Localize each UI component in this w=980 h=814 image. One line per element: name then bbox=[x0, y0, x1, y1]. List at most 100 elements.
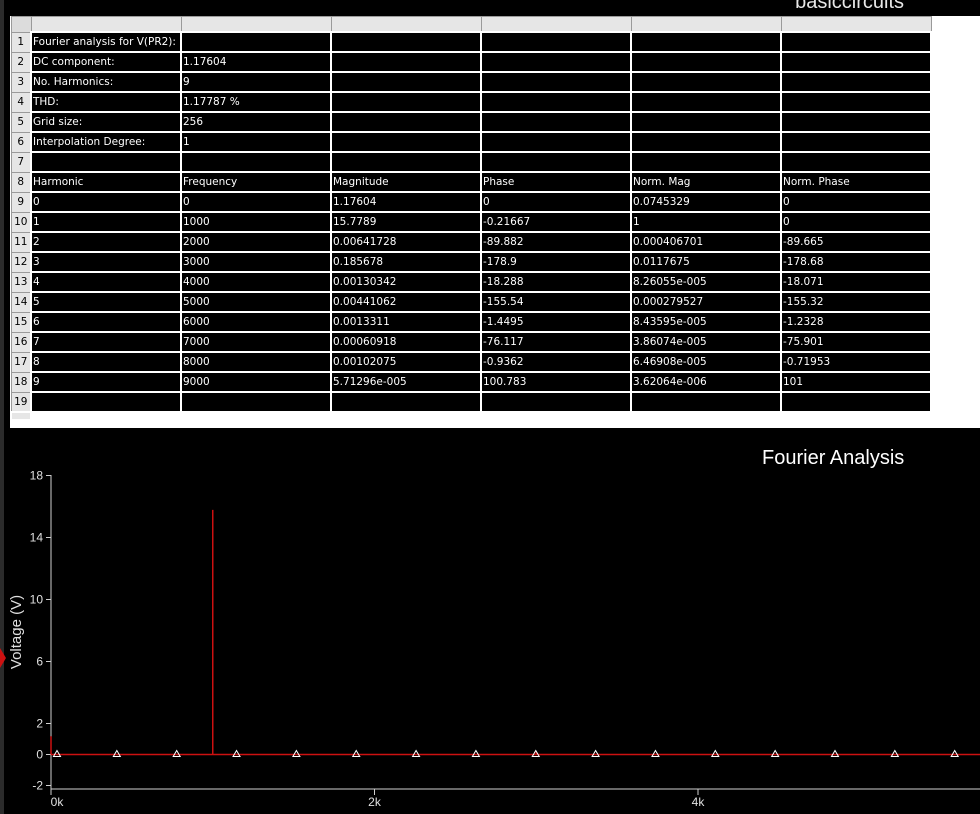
table-cell[interactable]: 8000 bbox=[180, 351, 332, 373]
table-cell[interactable]: 1 bbox=[630, 211, 782, 233]
table-cell[interactable] bbox=[780, 91, 932, 113]
table-cell[interactable]: 0.00130342 bbox=[330, 271, 482, 293]
table-cell[interactable]: 7 bbox=[30, 331, 182, 353]
table-cell[interactable] bbox=[630, 111, 782, 133]
table-cell[interactable] bbox=[480, 91, 632, 113]
table-cell[interactable]: -0.21667 bbox=[480, 211, 632, 233]
table-cell[interactable]: 8.43595e-005 bbox=[630, 311, 782, 333]
column-header[interactable] bbox=[780, 16, 932, 33]
table-cell[interactable] bbox=[630, 131, 782, 153]
table-cell[interactable]: Magnitude bbox=[330, 171, 482, 193]
table-cell[interactable]: 7000 bbox=[180, 331, 332, 353]
table-cell[interactable]: 6.46908e-005 bbox=[630, 351, 782, 373]
row-number[interactable]: 17 bbox=[10, 351, 32, 373]
row-number[interactable]: 16 bbox=[10, 331, 32, 353]
row-number[interactable]: 10 bbox=[10, 211, 32, 233]
row-number[interactable]: 11 bbox=[10, 231, 32, 253]
table-cell[interactable]: -0.71953 bbox=[780, 351, 932, 373]
row-number[interactable]: 3 bbox=[10, 71, 32, 93]
row-number[interactable]: 5 bbox=[10, 111, 32, 133]
table-cell[interactable] bbox=[330, 71, 482, 93]
table-cell[interactable]: 1000 bbox=[180, 211, 332, 233]
table-cell[interactable]: 1 bbox=[180, 131, 332, 153]
table-cell[interactable]: -75.901 bbox=[780, 331, 932, 353]
table-cell[interactable] bbox=[780, 391, 932, 413]
table-cell[interactable]: 4000 bbox=[180, 271, 332, 293]
table-cell[interactable]: 1.17787 % bbox=[180, 91, 332, 113]
table-cell[interactable]: 101 bbox=[780, 371, 932, 393]
table-cell[interactable] bbox=[630, 391, 782, 413]
table-cell[interactable]: 0.00641728 bbox=[330, 231, 482, 253]
row-number[interactable]: 1 bbox=[10, 31, 32, 53]
table-cell[interactable]: 3000 bbox=[180, 251, 332, 273]
table-cell[interactable]: 6 bbox=[30, 311, 182, 333]
table-cell[interactable]: -18.288 bbox=[480, 271, 632, 293]
table-cell[interactable]: 5000 bbox=[180, 291, 332, 313]
table-cell[interactable]: 9000 bbox=[180, 371, 332, 393]
table-cell[interactable]: 0.000406701 bbox=[630, 231, 782, 253]
table-cell[interactable]: 3.62064e-006 bbox=[630, 371, 782, 393]
table-cell[interactable] bbox=[630, 31, 782, 53]
table-cell[interactable]: 0.0013311 bbox=[330, 311, 482, 333]
table-cell[interactable]: 1 bbox=[30, 211, 182, 233]
table-cell[interactable]: 0 bbox=[780, 191, 932, 213]
table-cell[interactable]: 0.00441062 bbox=[330, 291, 482, 313]
table-cell[interactable]: 5 bbox=[30, 291, 182, 313]
table-cell[interactable] bbox=[480, 111, 632, 133]
table-cell[interactable]: 0.000279527 bbox=[630, 291, 782, 313]
table-cell[interactable]: No. Harmonics: bbox=[30, 71, 182, 93]
table-cell[interactable] bbox=[480, 71, 632, 93]
table-cell[interactable]: 9 bbox=[180, 71, 332, 93]
row-number[interactable]: 15 bbox=[10, 311, 32, 333]
table-cell[interactable] bbox=[330, 51, 482, 73]
corner-cell[interactable] bbox=[10, 16, 32, 33]
table-cell[interactable] bbox=[30, 151, 182, 173]
row-number[interactable]: 9 bbox=[10, 191, 32, 213]
table-cell[interactable]: -178.68 bbox=[780, 251, 932, 273]
row-number[interactable]: 8 bbox=[10, 171, 32, 193]
table-cell[interactable] bbox=[780, 111, 932, 133]
table-cell[interactable]: 2 bbox=[30, 231, 182, 253]
table-cell[interactable]: 1.17604 bbox=[180, 51, 332, 73]
table-cell[interactable]: Phase bbox=[480, 171, 632, 193]
column-header[interactable] bbox=[330, 16, 482, 33]
table-cell[interactable]: 0.0745329 bbox=[630, 191, 782, 213]
column-header[interactable] bbox=[630, 16, 782, 33]
table-cell[interactable]: Frequency bbox=[180, 171, 332, 193]
table-cell[interactable] bbox=[630, 51, 782, 73]
table-cell[interactable] bbox=[780, 71, 932, 93]
table-cell[interactable]: -89.665 bbox=[780, 231, 932, 253]
table-cell[interactable] bbox=[330, 111, 482, 133]
column-header[interactable] bbox=[180, 16, 332, 33]
table-cell[interactable]: -1.2328 bbox=[780, 311, 932, 333]
table-cell[interactable]: 0.00102075 bbox=[330, 351, 482, 373]
row-number[interactable]: 2 bbox=[10, 51, 32, 73]
table-cell[interactable] bbox=[330, 91, 482, 113]
table-cell[interactable]: 3 bbox=[30, 251, 182, 273]
table-cell[interactable]: 0.00060918 bbox=[330, 331, 482, 353]
row-number[interactable]: 4 bbox=[10, 91, 32, 113]
table-cell[interactable]: 8 bbox=[30, 351, 182, 373]
table-cell[interactable] bbox=[480, 131, 632, 153]
table-cell[interactable]: Norm. Mag bbox=[630, 171, 782, 193]
table-cell[interactable]: 4 bbox=[30, 271, 182, 293]
table-cell[interactable]: -1.4495 bbox=[480, 311, 632, 333]
table-cell[interactable]: 0 bbox=[180, 191, 332, 213]
table-cell[interactable]: -76.117 bbox=[480, 331, 632, 353]
table-cell[interactable]: -178.9 bbox=[480, 251, 632, 273]
table-cell[interactable]: 0.0117675 bbox=[630, 251, 782, 273]
table-cell[interactable]: Grid size: bbox=[30, 111, 182, 133]
table-cell[interactable] bbox=[630, 151, 782, 173]
table-cell[interactable]: -18.071 bbox=[780, 271, 932, 293]
table-cell[interactable]: 5.71296e-005 bbox=[330, 371, 482, 393]
column-header[interactable] bbox=[30, 16, 182, 33]
row-number[interactable]: 19 bbox=[10, 391, 32, 413]
table-cell[interactable]: -155.32 bbox=[780, 291, 932, 313]
table-cell[interactable] bbox=[780, 51, 932, 73]
table-cell[interactable]: 3.86074e-005 bbox=[630, 331, 782, 353]
table-cell[interactable] bbox=[780, 131, 932, 153]
table-cell[interactable]: -89.882 bbox=[480, 231, 632, 253]
table-cell[interactable] bbox=[480, 391, 632, 413]
table-cell[interactable]: 2000 bbox=[180, 231, 332, 253]
row-number[interactable]: 12 bbox=[10, 251, 32, 273]
